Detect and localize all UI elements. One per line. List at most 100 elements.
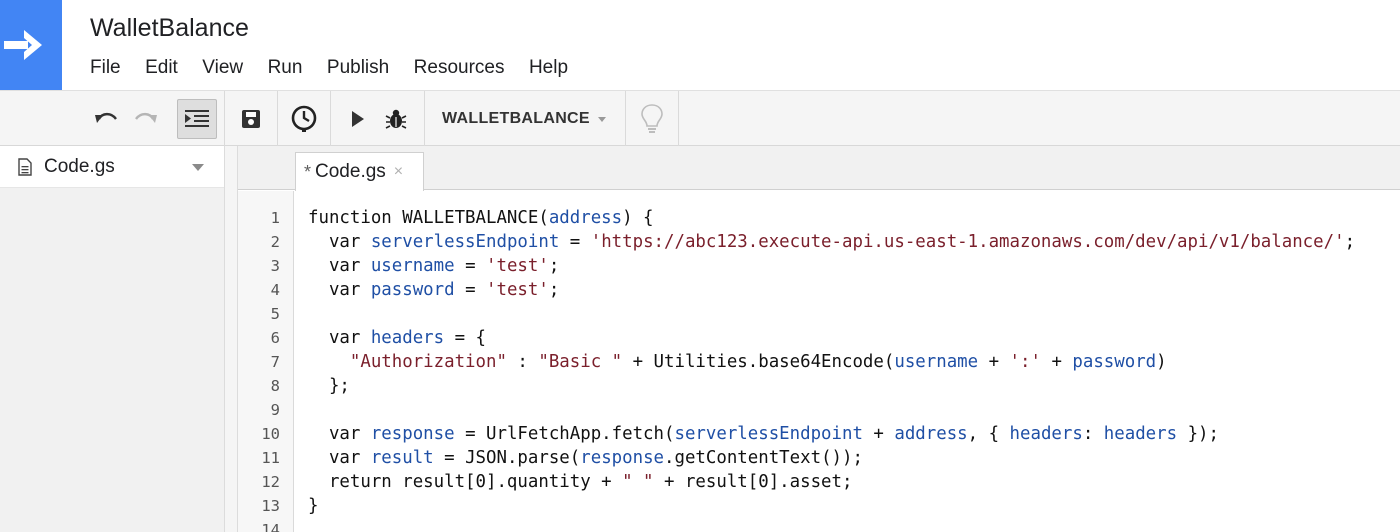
code-token: + result[0].asset; bbox=[653, 472, 853, 492]
toolbar-divider bbox=[678, 91, 679, 146]
code-token: username bbox=[894, 352, 979, 372]
code-token: ':' bbox=[1009, 352, 1041, 372]
code-token: response bbox=[580, 448, 665, 468]
code-token: + Utilities.base64Encode( bbox=[622, 352, 895, 372]
triggers-button[interactable] bbox=[284, 99, 324, 139]
project-title[interactable]: WalletBalance bbox=[90, 14, 249, 43]
clock-icon bbox=[291, 105, 317, 132]
line-number: 6 bbox=[270, 329, 280, 347]
file-menu-caret-icon[interactable] bbox=[192, 164, 204, 171]
code-token: + bbox=[1040, 352, 1073, 372]
code-token: : bbox=[1082, 424, 1104, 444]
menu-run[interactable]: Run bbox=[268, 57, 303, 79]
lightbulb-icon bbox=[641, 104, 663, 133]
code-line: var result = JSON.parse(response.getCont… bbox=[308, 446, 863, 470]
code-token: var bbox=[308, 424, 371, 444]
code-token: response bbox=[370, 424, 455, 444]
code-token: var bbox=[308, 256, 371, 276]
toolbar-divider bbox=[224, 91, 225, 146]
unsaved-indicator-icon: * bbox=[304, 161, 312, 182]
code-token: ) bbox=[1156, 352, 1167, 372]
code-token: var bbox=[308, 232, 371, 252]
code-token: = bbox=[559, 232, 591, 252]
code-token: "Basic " bbox=[538, 352, 623, 372]
line-number: 3 bbox=[270, 257, 280, 275]
menu-help[interactable]: Help bbox=[529, 57, 568, 79]
code-token: var bbox=[308, 280, 371, 300]
debug-button[interactable] bbox=[376, 99, 416, 139]
toolbar-divider bbox=[625, 91, 626, 146]
code-token: username bbox=[370, 256, 455, 276]
code-token: serverlessEndpoint bbox=[674, 424, 863, 444]
code-line: var password = 'test'; bbox=[308, 278, 559, 302]
file-panel: Code.gs bbox=[0, 146, 224, 532]
code-token: headers bbox=[1103, 424, 1178, 444]
editor-tab-strip: * Code.gs × bbox=[238, 146, 1400, 191]
function-select-value: WALLETBALANCE bbox=[442, 110, 590, 127]
indent-icon bbox=[185, 110, 209, 127]
code-token: }); bbox=[1177, 424, 1219, 444]
code-token: password bbox=[370, 280, 455, 300]
run-button[interactable] bbox=[338, 99, 378, 139]
menu-file[interactable]: File bbox=[90, 57, 121, 79]
code-token: function WALLETBALANCE( bbox=[308, 208, 549, 228]
arrow-right-icon bbox=[4, 30, 42, 60]
line-number: 14 bbox=[261, 521, 280, 532]
file-item-code-gs[interactable]: Code.gs bbox=[0, 146, 224, 188]
line-number: 10 bbox=[261, 425, 280, 443]
line-number: 11 bbox=[261, 449, 280, 467]
code-token: = JSON.parse( bbox=[433, 448, 581, 468]
code-line: var response = UrlFetchApp.fetch(serverl… bbox=[308, 422, 1219, 446]
code-line: var serverlessEndpoint = 'https://abc123… bbox=[308, 230, 1355, 254]
function-select[interactable]: WALLETBALANCE bbox=[428, 105, 620, 133]
code-token: + bbox=[862, 424, 895, 444]
code-token: address bbox=[548, 208, 623, 228]
code-token: = { bbox=[444, 328, 487, 348]
menu-view[interactable]: View bbox=[202, 57, 243, 79]
code-token: 'test' bbox=[486, 280, 549, 300]
code-token: ; bbox=[548, 280, 560, 300]
code-line: return result[0].quantity + " " + result… bbox=[308, 470, 853, 494]
code-token: = UrlFetchApp.fetch( bbox=[454, 424, 675, 444]
close-icon[interactable]: × bbox=[394, 163, 403, 181]
menu-resources[interactable]: Resources bbox=[414, 57, 505, 79]
undo-button[interactable] bbox=[86, 99, 126, 139]
tab-code-gs[interactable]: * Code.gs × bbox=[295, 152, 424, 191]
code-token: : bbox=[506, 352, 539, 372]
toolbar-divider bbox=[330, 91, 331, 146]
code-token: headers bbox=[370, 328, 445, 348]
code-token: return result[0].quantity + bbox=[308, 472, 623, 492]
code-token: " " bbox=[622, 472, 654, 492]
code-line: }; bbox=[308, 374, 350, 398]
code-token: serverlessEndpoint bbox=[370, 232, 560, 252]
redo-icon bbox=[135, 112, 157, 123]
code-line: "Authorization" : "Basic " + Utilities.b… bbox=[308, 350, 1167, 374]
line-number: 5 bbox=[270, 305, 280, 323]
menu-edit[interactable]: Edit bbox=[145, 57, 178, 79]
menu-publish[interactable]: Publish bbox=[327, 57, 389, 79]
toolbar-divider bbox=[424, 91, 425, 146]
code-token: 'https://abc123.execute-api.us-east-1.am… bbox=[590, 232, 1345, 252]
tab-label: Code.gs bbox=[315, 161, 386, 182]
code-token: ; bbox=[1344, 232, 1356, 252]
suggestions-button[interactable] bbox=[632, 99, 672, 139]
code-token: } bbox=[308, 496, 319, 516]
code-token: ; bbox=[548, 256, 560, 276]
code-line: var headers = { bbox=[308, 326, 486, 350]
bug-icon bbox=[385, 109, 407, 129]
line-number: 12 bbox=[261, 473, 280, 491]
line-number: 7 bbox=[270, 353, 280, 371]
save-button[interactable] bbox=[231, 99, 271, 139]
line-number: 8 bbox=[270, 377, 280, 395]
code-line: var username = 'test'; bbox=[308, 254, 559, 278]
panel-splitter[interactable] bbox=[224, 146, 238, 532]
line-number: 13 bbox=[261, 497, 280, 515]
code-token: result bbox=[370, 448, 434, 468]
apps-script-logo[interactable] bbox=[0, 0, 62, 90]
toolbar: WALLETBALANCE bbox=[0, 90, 1400, 146]
indent-button[interactable] bbox=[177, 99, 217, 139]
code-token: headers bbox=[1009, 424, 1083, 444]
line-number: 4 bbox=[270, 281, 280, 299]
code-token: 'test' bbox=[486, 256, 549, 276]
redo-button[interactable] bbox=[126, 99, 166, 139]
